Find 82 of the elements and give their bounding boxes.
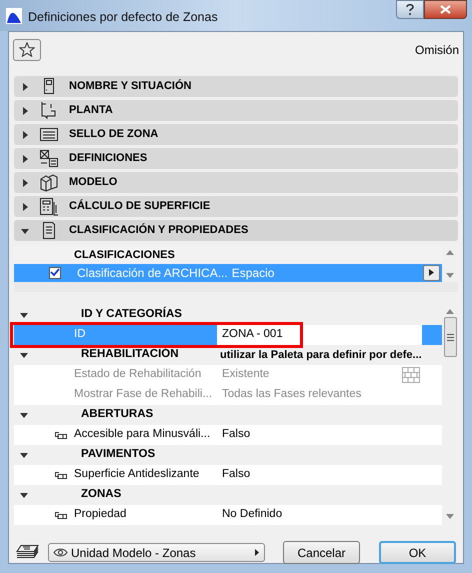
property-value: Falso: [221, 427, 250, 442]
panel-header[interactable]: SELLO DE ZONA: [14, 124, 458, 145]
close-button[interactable]: [424, 0, 467, 19]
expand-arrow-icon[interactable]: [21, 106, 29, 114]
collapse-arrow-icon[interactable]: [20, 491, 28, 499]
group-header[interactable]: ABERTURAS: [14, 405, 442, 425]
collapse-arrow-icon[interactable]: [20, 351, 28, 359]
calculator-icon: [39, 197, 59, 216]
group-header[interactable]: PAVIMENTOS: [14, 445, 442, 465]
panel-header[interactable]: PLANTA: [14, 100, 458, 121]
property-name: Accesible para Minusváli...: [74, 427, 210, 442]
expand-arrow-icon[interactable]: [21, 82, 29, 90]
property-value: ZONA - 001: [221, 327, 283, 342]
window-title: Definiciones por defecto de Zonas: [28, 9, 218, 26]
expand-arrow-icon[interactable]: [21, 130, 29, 138]
property-name: ID: [74, 327, 86, 342]
app-icon: [6, 8, 22, 24]
panel-title: DEFINICIONES: [69, 151, 148, 166]
browse-button[interactable]: [423, 264, 440, 281]
group-header[interactable]: ZONAS: [14, 485, 442, 505]
panel-title: CÁLCULO DE SUPERFICIE: [69, 198, 210, 214]
expand-arrow-icon[interactable]: [21, 178, 29, 186]
collapse-arrow-icon[interactable]: [20, 411, 28, 419]
favorites-button[interactable]: [13, 38, 41, 60]
play-arrow-icon: [255, 549, 259, 556]
collapse-arrow-icon[interactable]: [20, 311, 28, 319]
classification-value: Espacio: [232, 264, 274, 282]
brick-wall-icon: [402, 367, 420, 383]
panel-title: MODELO: [69, 175, 118, 190]
scroll-up-icon[interactable]: [446, 250, 454, 255]
layers-icon: [16, 544, 40, 561]
defaults-label: Omisión: [414, 42, 459, 58]
property-name: Propiedad: [74, 507, 126, 522]
eye-icon: [53, 548, 68, 557]
property-name: Estado de Rehabilitación: [74, 367, 202, 382]
panel-title: SELLO DE ZONA: [69, 127, 158, 142]
close-icon: [440, 5, 451, 14]
layer-dropdown[interactable]: Unidad Modelo - Zonas: [48, 543, 265, 562]
property-name: Superficie Antideslizante: [74, 467, 200, 482]
help-button[interactable]: [396, 0, 424, 19]
scroll-down-icon[interactable]: [446, 514, 454, 519]
property-name: Mostrar Fase de Rehabili...: [74, 387, 212, 402]
panel-header[interactable]: CLASIFICACIÓN Y PROPIEDADES: [14, 220, 458, 241]
play-arrow-icon: [429, 269, 434, 276]
group-header[interactable]: ID Y CATEGORÍAS: [14, 305, 442, 325]
stamp-icon: [39, 125, 59, 144]
collapse-arrow-icon[interactable]: [21, 226, 29, 234]
panel-header[interactable]: CÁLCULO DE SUPERFICIE: [14, 196, 458, 217]
group-title: ID Y CATEGORÍAS: [81, 306, 183, 322]
property-value: Existente: [221, 367, 270, 382]
property-value: Falso: [221, 467, 250, 482]
panel-title: PLANTA: [69, 103, 113, 118]
group-title: PAVIMENTOS: [81, 447, 156, 462]
panel-header[interactable]: DEFINICIONES: [14, 148, 458, 169]
property-value: Todas las Fases relevantes: [221, 387, 362, 402]
group-value: utilizar la Paleta para definir por defe...: [220, 348, 422, 363]
checkbox[interactable]: [49, 266, 61, 279]
list-header: CLASIFICACIONES: [74, 248, 175, 262]
panel-header[interactable]: NOMBRE Y SITUACIÓN: [14, 76, 458, 97]
collapse-arrow-icon[interactable]: [20, 451, 28, 459]
boxes-icon: [39, 173, 59, 192]
panel-header[interactable]: MODELO: [14, 172, 458, 193]
link-icon: [54, 510, 68, 520]
group-title: ZONAS: [81, 487, 122, 502]
panel-title: NOMBRE Y SITUACIÓN: [69, 78, 192, 94]
group-title: REHABILITACIÓN: [81, 347, 180, 362]
scroll-down-icon[interactable]: [446, 273, 454, 278]
property-value: No Definido: [221, 507, 282, 522]
settings-grid-icon: [39, 149, 59, 168]
ok-button[interactable]: OK: [379, 541, 456, 564]
classification-name: Clasificación de ARCHICA...: [77, 264, 228, 282]
group-header[interactable]: REHABILITACIÓN utilizar la Paleta para definir por defe...: [14, 345, 442, 365]
group-title: ABERTURAS: [81, 407, 154, 422]
cancel-button[interactable]: Cancelar: [283, 541, 360, 564]
link-icon: [54, 430, 68, 440]
scroll-up-icon[interactable]: [446, 309, 454, 314]
expand-arrow-icon[interactable]: [21, 202, 29, 210]
star-icon: [19, 42, 35, 57]
panel-title: CLASIFICACIÓN Y PROPIEDADES: [69, 222, 248, 238]
help-icon: [406, 4, 414, 15]
expand-arrow-icon[interactable]: [21, 154, 29, 162]
link-icon: [54, 470, 68, 480]
